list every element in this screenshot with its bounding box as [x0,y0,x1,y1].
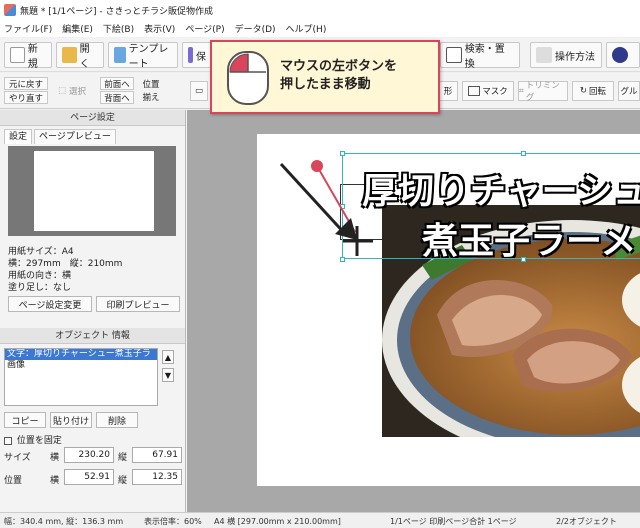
status-zoom: 表示倍率：60% [144,517,202,526]
save-button[interactable]: 保 [182,42,212,68]
menu-view[interactable]: 表示(V) [144,22,175,35]
app-icon [4,4,16,16]
status-paper: A4 横 [297.00mm x 210.00mm] [214,517,341,526]
move-up-button[interactable]: ▲ [162,350,174,364]
hand-pointer-icon [536,47,552,63]
tab-page-preview[interactable]: ページプレビュー [34,129,116,144]
menu-file[interactable]: ファイル(F) [4,22,52,35]
rotate-button[interactable]: ↻ 回転 [572,81,614,101]
callout-line-2: 押したまま移動 [280,77,371,92]
print-preview-button[interactable]: 印刷プレビュー [96,296,180,312]
tab-settings[interactable]: 設定 [4,129,33,144]
image-icon: ▭ [194,86,204,96]
size-horiz-label: 横 [50,453,60,463]
new-button[interactable]: 新規 [4,42,52,70]
status-bar: 幅：340.4 mm, 縦：136.3 mm 表示倍率：60% A4 横 [29… [0,512,640,528]
object-info-header: オブジェクト 情報 [0,328,185,344]
qa-icon [612,47,628,63]
size-label: サイズ [4,453,31,463]
size-vert-label: 縦 [118,453,128,463]
group-button[interactable]: グル [618,81,640,101]
list-item[interactable]: 画像 [5,360,157,371]
align-button[interactable]: 揃え [138,90,164,103]
status-pages: 1/1ページ 印刷ページ合計 1ページ [390,517,517,526]
select-icon: ⬚ [57,85,66,96]
open-button[interactable]: 開く [56,42,104,70]
copy-button[interactable]: コピー [4,412,46,428]
mask-button[interactable]: マスク [462,81,514,101]
status-objects: 2/2オブジェクト [556,517,617,526]
tooltip-callout: マウスの左ボタンを 押したまま移動 [210,40,440,114]
page-canvas[interactable]: 厚切りチャーシュ 煮玉子ラーメ [257,134,640,486]
pos-y-field[interactable]: 12.35 [132,469,182,485]
position-label: 位置 [4,476,23,486]
pos-vert-label: 縦 [118,476,128,486]
qa-button[interactable] [606,42,640,68]
crop-icon: ⌗ [519,86,524,96]
new-document-icon [10,47,25,63]
size-height-field[interactable]: 67.91 [132,447,182,463]
position-label: 位置 [142,79,160,90]
paste-button[interactable]: 貼り付け [50,412,92,428]
canvas-workspace[interactable]: 厚切りチャーシュ 煮玉子ラーメ [187,110,640,512]
menu-bar: ファイル(F) 編集(E) 下絵(B) 表示(V) ページ(P) データ(D) … [0,20,640,37]
page-settings-change-button[interactable]: ページ設定変更 [8,296,92,312]
menu-page[interactable]: ページ(P) [185,22,224,35]
title-bar: 無題 * [1/1ページ] - さきっとチラシ販促物作成 [0,0,640,20]
search-replace-button[interactable]: 検索・置換 [440,42,520,70]
left-panel: ページ設定 設定 ページプレビュー 用紙サイズ：A4 横：297mm 縦：210… [0,110,186,512]
triangle-down-icon: ▼ [164,370,172,380]
object-list[interactable]: 文字：厚切りチャーシュー煮玉子ラ 画像 [4,348,158,406]
lock-position-checkbox[interactable]: 位置を固定 [4,433,62,446]
bring-front-button[interactable]: 前面へ [100,77,134,90]
menu-data[interactable]: データ(D) [235,22,276,35]
page-thumbnail [34,151,154,231]
drag-arrow-overlay [279,160,373,256]
mouse-icon [227,51,269,105]
checkbox-icon [4,436,12,445]
page-preview-area [8,146,176,236]
delete-button[interactable]: 削除 [96,412,138,428]
move-down-button[interactable]: ▼ [162,368,174,382]
search-icon [446,47,462,63]
shape-button[interactable]: 形 [438,81,458,101]
trimming-button[interactable]: ⌗ トリミング [518,81,568,103]
mask-icon [468,86,481,96]
redo-button[interactable]: やり直す [4,91,48,104]
menu-help[interactable]: ヘルプ(H) [286,22,327,35]
save-icon [188,47,193,63]
how-to-button[interactable]: 操作方法 [530,42,602,68]
template-icon [114,47,126,63]
list-item[interactable]: 文字：厚切りチャーシュー煮玉子ラ [5,349,157,360]
callout-line-1: マウスの左ボタンを [280,59,398,74]
send-back-button[interactable]: 背面へ [100,91,134,104]
pos-horiz-label: 横 [50,476,60,486]
triangle-up-icon: ▲ [164,352,172,362]
resize-handle-s[interactable] [521,257,526,262]
resize-handle-n[interactable] [521,151,526,156]
image-tool-button[interactable]: ▭ [190,81,208,101]
page-tabs: 設定 ページプレビュー [4,129,118,144]
folder-icon [62,47,77,63]
size-width-field[interactable]: 230.20 [64,447,114,463]
template-button[interactable]: テンプレート [108,42,178,70]
bleed-info: 塗り足し：なし [8,283,72,293]
callout-text: マウスの左ボタンを 押したまま移動 [280,58,397,94]
pos-x-field[interactable]: 52.91 [64,469,114,485]
window-title: 無題 * [1/1ページ] - さきっとチラシ販促物作成 [20,6,213,17]
status-size: 幅：340.4 mm, 縦：136.3 mm [4,517,124,526]
select-button[interactable]: ⬚ 選択 [52,77,92,104]
undo-button[interactable]: 元に戻す [4,77,48,90]
menu-background[interactable]: 下絵(B) [103,22,134,35]
rotate-icon: ↻ [579,86,588,96]
menu-edit[interactable]: 編集(E) [62,22,93,35]
page-settings-header: ページ設定 [0,110,185,126]
